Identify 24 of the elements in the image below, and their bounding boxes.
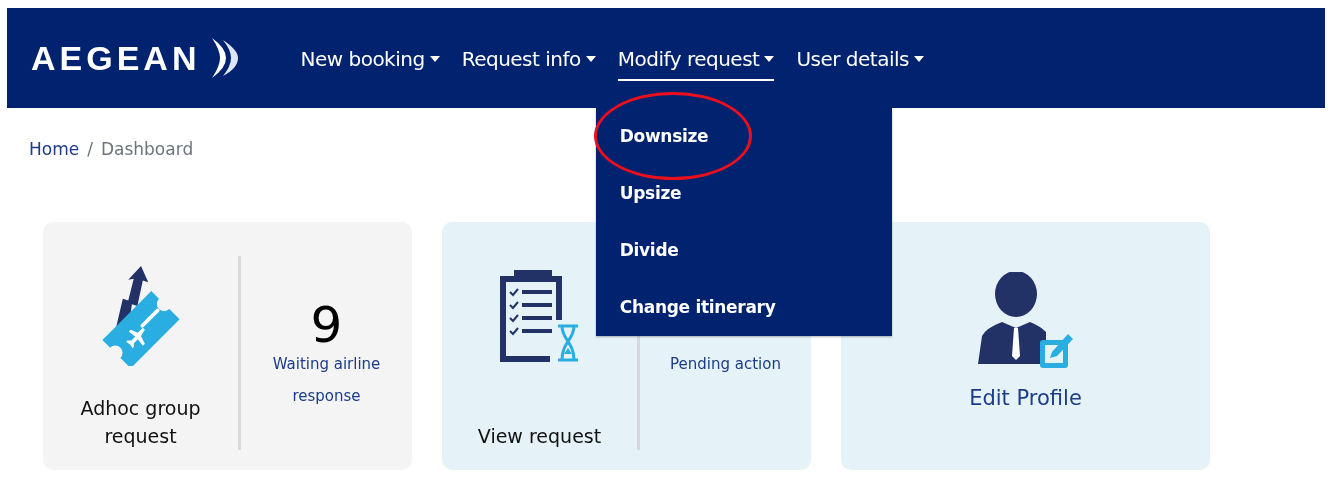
nav-menu-button[interactable]: User details (796, 39, 924, 81)
dashboard-card[interactable]: Edit Profile (841, 222, 1210, 470)
breadcrumb-separator: / (87, 139, 93, 161)
menu-item[interactable]: Downsize (595, 108, 892, 165)
dashboard-card[interactable]: Adhoc group request 9 Waiting airline response (43, 222, 412, 470)
count-caption: Pending action (669, 354, 782, 375)
caret-icon (914, 56, 924, 62)
count-caption: Waiting airline response (271, 354, 382, 407)
breadcrumb-link[interactable]: Home (29, 139, 80, 169)
card-title[interactable]: Adhoc group request (75, 394, 206, 450)
user-edit-icon (977, 272, 1074, 370)
nav-menu-button[interactable]: Modify request (617, 39, 775, 81)
caret-icon (429, 56, 440, 62)
logo-text: AEGEAN (31, 38, 201, 78)
caret-icon (585, 56, 596, 62)
nav-menu-button[interactable]: Request info (461, 39, 596, 81)
chevron-logo-icon (210, 36, 241, 80)
nav-menu-button[interactable]: New booking (300, 39, 440, 81)
count-number: 9 (310, 296, 343, 354)
card-title[interactable]: View request (474, 422, 605, 450)
breadcrumb-current: Dashboard (100, 139, 194, 161)
card-title[interactable]: Edit Profile (969, 384, 1082, 412)
caret-icon (764, 56, 775, 62)
menu-item[interactable]: Upsize (595, 165, 892, 222)
